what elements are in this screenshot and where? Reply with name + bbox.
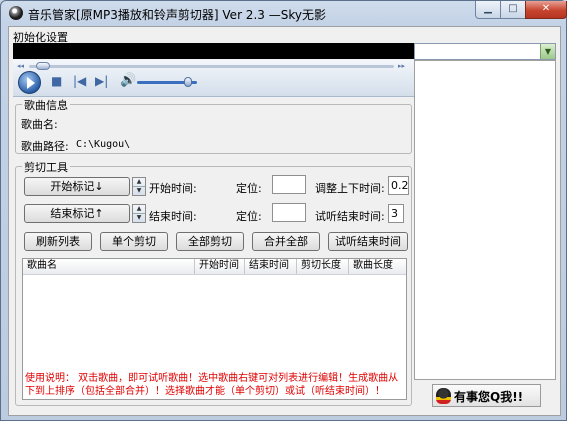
contact-qq-label: 有事您Q我!! xyxy=(454,390,524,404)
column-header-end-time[interactable]: 结束时间 xyxy=(245,259,297,274)
contact-qq-button[interactable]: 有事您Q我!! xyxy=(432,384,541,407)
spin-up-icon[interactable]: ▲ xyxy=(133,178,145,187)
song-path-value: C:\Kugou\ xyxy=(76,139,131,150)
spin-up-icon[interactable]: ▲ xyxy=(133,205,145,214)
cut-all-button[interactable]: 全部剪切 xyxy=(176,232,244,251)
playlist-listbox[interactable] xyxy=(414,60,556,380)
start-time-label: 开始时间: xyxy=(149,182,197,195)
merge-all-button[interactable]: 合并全部 xyxy=(252,232,320,251)
locate-end-input[interactable] xyxy=(272,203,306,222)
end-time-label: 结束时间: xyxy=(149,210,197,223)
start-spinner[interactable]: ▲ ▼ xyxy=(132,177,146,196)
cut-tool-title: 剪切工具 xyxy=(22,159,70,175)
close-button[interactable]: ✕ xyxy=(525,1,567,19)
adjust-time-label: 调整上下时间: xyxy=(315,182,385,195)
qq-penguin-icon xyxy=(436,388,451,404)
volume-icon[interactable]: 🔊 xyxy=(120,73,136,88)
next-icon[interactable]: ▶| xyxy=(95,74,108,88)
preview-end-input[interactable]: 3 xyxy=(388,204,404,223)
main-window: 音乐管家[原MP3播放和铃声剪切器] Ver 2.3 —Sky无影 ▁ □ ✕ … xyxy=(0,0,567,421)
single-cut-button[interactable]: 单个剪切 xyxy=(100,232,168,251)
locate-start-input[interactable] xyxy=(272,175,306,194)
song-path-label: 歌曲路径: xyxy=(21,140,69,153)
client-area: 初始化设置 ▼ ◂◂ ▸▸ ■ |◀ ▶| 🔊 歌曲信息 歌曲名: 歌曲路径: … xyxy=(8,26,561,416)
play-button[interactable] xyxy=(18,71,41,94)
seek-forward-icon[interactable]: ▸▸ xyxy=(398,62,405,70)
song-info-title: 歌曲信息 xyxy=(22,97,70,113)
preview-end-label: 试听结束时间: xyxy=(315,210,385,223)
seek-bar[interactable] xyxy=(29,65,394,68)
volume-thumb[interactable] xyxy=(183,77,192,87)
song-table[interactable]: 歌曲名 开始时间 结束时间 剪切长度 歌曲长度 使用说明： 双击歌曲，即可试听歌… xyxy=(22,258,407,400)
chevron-down-icon[interactable]: ▼ xyxy=(540,44,555,59)
column-header-song-name[interactable]: 歌曲名 xyxy=(23,259,195,274)
seek-thumb[interactable] xyxy=(36,62,51,70)
player-controls: ◂◂ ▸▸ ■ |◀ ▶| 🔊 xyxy=(13,60,414,97)
display-bar xyxy=(13,43,414,59)
column-header-start-time[interactable]: 开始时间 xyxy=(195,259,245,274)
adjust-time-input[interactable]: 0.2 xyxy=(388,176,409,195)
spin-down-icon[interactable]: ▼ xyxy=(133,187,145,195)
app-disc-icon xyxy=(9,6,23,20)
minimize-button[interactable]: ▁ xyxy=(475,1,501,19)
seek-back-icon[interactable]: ◂◂ xyxy=(17,62,24,70)
song-info-group: 歌曲信息 歌曲名: 歌曲路径: C:\Kugou\ xyxy=(15,97,412,154)
refresh-list-button[interactable]: 刷新列表 xyxy=(24,232,92,251)
start-mark-button[interactable]: 开始标记↓ xyxy=(24,177,130,196)
preview-end-button[interactable]: 试听结束时间 xyxy=(328,232,408,251)
stop-icon[interactable]: ■ xyxy=(51,74,62,88)
column-header-cut-length[interactable]: 剪切长度 xyxy=(297,259,349,274)
title-bar[interactable]: 音乐管家[原MP3播放和铃声剪切器] Ver 2.3 —Sky无影 ▁ □ ✕ xyxy=(1,1,567,25)
end-mark-button[interactable]: 结束标记↑ xyxy=(24,204,130,223)
spin-down-icon[interactable]: ▼ xyxy=(133,214,145,222)
locate-label-end: 定位: xyxy=(236,210,262,223)
maximize-button[interactable]: □ xyxy=(500,1,526,19)
usage-instructions: 使用说明： 双击歌曲，即可试听歌曲！选中歌曲右键可对列表进行编辑！生成歌曲从下到… xyxy=(25,373,399,397)
column-header-song-length[interactable]: 歌曲长度 xyxy=(349,259,406,274)
table-header: 歌曲名 开始时间 结束时间 剪切长度 歌曲长度 xyxy=(23,259,406,275)
window-title: 音乐管家[原MP3播放和铃声剪切器] Ver 2.3 —Sky无影 xyxy=(28,8,326,22)
end-spinner[interactable]: ▲ ▼ xyxy=(132,204,146,223)
song-name-label: 歌曲名: xyxy=(21,118,58,131)
previous-icon[interactable]: |◀ xyxy=(73,74,86,88)
playlist-combobox[interactable]: ▼ xyxy=(414,43,556,60)
locate-label-start: 定位: xyxy=(236,182,262,195)
